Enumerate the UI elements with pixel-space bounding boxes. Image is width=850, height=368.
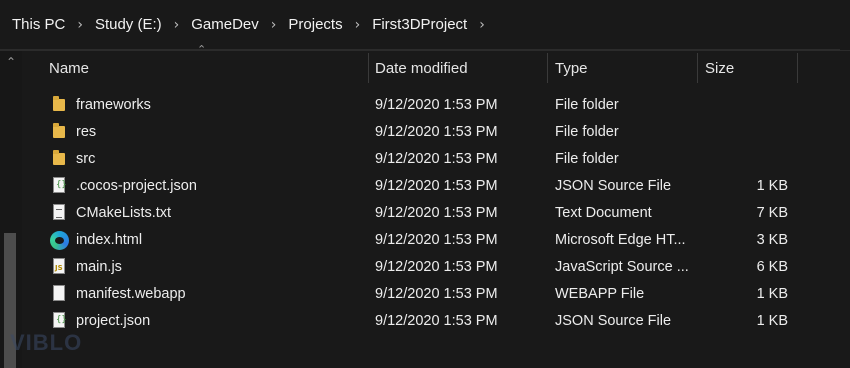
- file-row[interactable]: JS main.js 9/12/2020 1:53 PM JavaScript …: [22, 254, 850, 281]
- file-date: 9/12/2020 1:53 PM: [375, 232, 498, 248]
- folder-icon: [50, 95, 70, 116]
- file-row[interactable]: index.html 9/12/2020 1:53 PM Microsoft E…: [22, 227, 850, 254]
- breadcrumb-projects[interactable]: Projects: [286, 16, 344, 33]
- file-size: 1 KB: [756, 286, 788, 302]
- file-row[interactable]: {} .cocos-project.json 9/12/2020 1:53 PM…: [22, 173, 850, 200]
- breadcrumb-study-drive[interactable]: Study (E:): [93, 16, 164, 33]
- js-file-icon: JS: [50, 257, 70, 278]
- column-divider[interactable]: [797, 53, 798, 83]
- folder-icon: [50, 149, 70, 170]
- breadcrumb-gamedev[interactable]: GameDev: [189, 16, 261, 33]
- file-size: 1 KB: [756, 178, 788, 194]
- file-row[interactable]: manifest.webapp 9/12/2020 1:53 PM WEBAPP…: [22, 281, 850, 308]
- column-divider[interactable]: [368, 53, 369, 83]
- file-type: Text Document: [555, 205, 652, 221]
- file-row[interactable]: res 9/12/2020 1:53 PM File folder: [22, 119, 850, 146]
- chevron-right-icon[interactable]: ›: [271, 17, 277, 33]
- file-type: JavaScript Source ...: [555, 259, 689, 275]
- breadcrumb-this-pc[interactable]: This PC: [10, 16, 67, 33]
- file-name: frameworks: [76, 97, 151, 113]
- file-row[interactable]: {} project.json 9/12/2020 1:53 PM JSON S…: [22, 308, 850, 335]
- file-type: JSON Source File: [555, 178, 672, 194]
- file-size: 1 KB: [756, 313, 788, 329]
- file-type: WEBAPP File: [555, 286, 645, 302]
- file-date: 9/12/2020 1:53 PM: [375, 259, 498, 275]
- column-divider[interactable]: [697, 53, 698, 83]
- file-date: 9/12/2020 1:53 PM: [375, 124, 498, 140]
- file-type: Microsoft Edge HT...: [555, 232, 686, 248]
- file-name: manifest.webapp: [76, 286, 186, 302]
- column-divider[interactable]: [547, 53, 548, 83]
- column-header-size[interactable]: Size: [705, 51, 795, 87]
- breadcrumb-first3dproject[interactable]: First3DProject: [370, 16, 469, 33]
- json-file-icon: {}: [50, 176, 70, 197]
- chevron-right-icon[interactable]: ›: [355, 17, 361, 33]
- blank-file-icon: [50, 284, 70, 305]
- file-date: 9/12/2020 1:53 PM: [375, 178, 498, 194]
- text-file-icon: [50, 203, 70, 224]
- chevron-right-icon[interactable]: ›: [479, 17, 485, 33]
- address-bar[interactable]: This PC › Study (E:) › GameDev › Project…: [0, 0, 850, 50]
- file-name: CMakeLists.txt: [76, 205, 172, 221]
- file-size: 3 KB: [756, 232, 788, 248]
- file-date: 9/12/2020 1:53 PM: [375, 313, 498, 329]
- column-header-type[interactable]: Type: [555, 51, 695, 87]
- json-file-icon: {}: [50, 311, 70, 332]
- file-type: File folder: [555, 97, 619, 113]
- file-row[interactable]: CMakeLists.txt 9/12/2020 1:53 PM Text Do…: [22, 200, 850, 227]
- column-header-row: ⌃ Name Date modified Type Size: [22, 43, 850, 87]
- file-date: 9/12/2020 1:53 PM: [375, 97, 498, 113]
- file-type: JSON Source File: [555, 313, 672, 329]
- file-type: File folder: [555, 151, 619, 167]
- file-date: 9/12/2020 1:53 PM: [375, 205, 498, 221]
- file-row[interactable]: frameworks 9/12/2020 1:53 PM File folder: [22, 92, 850, 119]
- file-name: index.html: [76, 232, 143, 248]
- file-row[interactable]: src 9/12/2020 1:53 PM File folder: [22, 146, 850, 173]
- folder-icon: [50, 122, 70, 143]
- file-date: 9/12/2020 1:53 PM: [375, 151, 498, 167]
- watermark-logo: VIBLO: [10, 330, 83, 355]
- file-name: project.json: [76, 313, 151, 329]
- column-header-name[interactable]: Name: [49, 51, 367, 87]
- file-name: res: [76, 124, 97, 140]
- file-name: src: [76, 151, 96, 167]
- file-size: 7 KB: [756, 205, 788, 221]
- navigation-pane-scrollbar[interactable]: ⌃: [0, 51, 22, 368]
- file-date: 9/12/2020 1:53 PM: [375, 286, 498, 302]
- file-name: .cocos-project.json: [76, 178, 197, 194]
- edge-icon: [50, 230, 70, 251]
- file-size: 6 KB: [756, 259, 788, 275]
- file-type: File folder: [555, 124, 619, 140]
- column-header-date-modified[interactable]: Date modified: [375, 51, 545, 87]
- file-name: main.js: [76, 259, 122, 275]
- breadcrumb: This PC › Study (E:) › GameDev › Project…: [0, 0, 840, 50]
- chevron-right-icon[interactable]: ›: [174, 17, 180, 33]
- chevron-right-icon[interactable]: ›: [77, 17, 83, 33]
- scroll-up-arrow-icon[interactable]: ⌃: [4, 55, 18, 69]
